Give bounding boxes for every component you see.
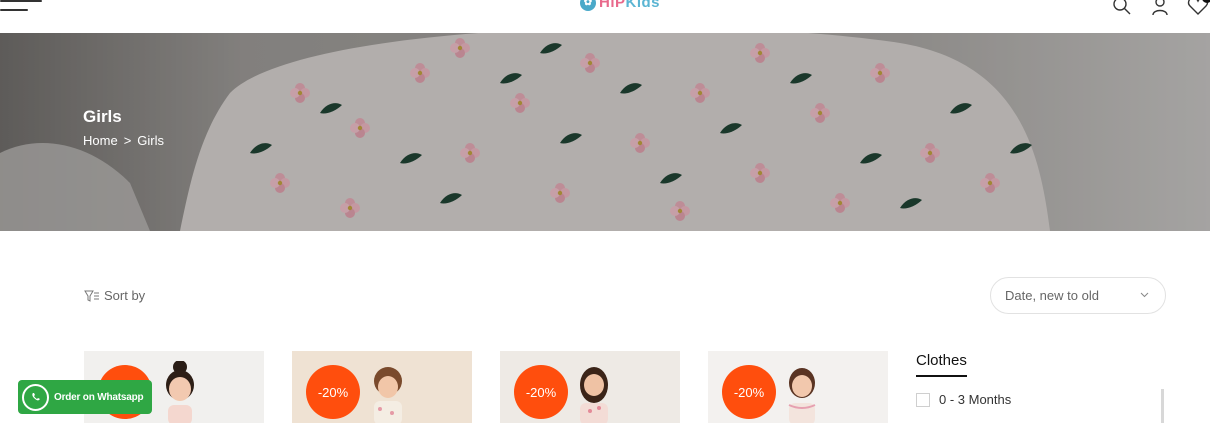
user-icon[interactable] <box>1148 0 1172 16</box>
breadcrumb-home-link[interactable]: Home <box>83 133 118 148</box>
product-card[interactable]: -20% <box>708 351 888 423</box>
discount-badge: -20% <box>306 365 360 419</box>
discount-badge: -20% <box>514 365 568 419</box>
whatsapp-label: Order on Whatsapp <box>54 391 144 403</box>
discount-badge: -20% <box>722 365 776 419</box>
breadcrumb-current: Girls <box>137 133 164 148</box>
chevron-down-icon <box>1140 292 1149 298</box>
menu-icon[interactable] <box>0 0 44 14</box>
sort-by-label: Sort by <box>104 288 146 303</box>
filter-scrollbar[interactable] <box>1161 389 1164 423</box>
filter-option[interactable]: 0 - 3 Months <box>916 392 1011 407</box>
header-actions <box>1110 0 1210 16</box>
product-image <box>580 367 608 423</box>
breadcrumb: Home > Girls <box>83 133 164 148</box>
sort-dropdown-value: Date, new to old <box>1005 288 1099 303</box>
product-image <box>788 368 816 423</box>
whatsapp-icon <box>22 383 49 411</box>
product-image <box>374 367 402 423</box>
collection-banner: Girls Home > Girls <box>0 33 1210 231</box>
filter-checkbox[interactable] <box>916 392 930 407</box>
logo-mark-icon: ✿ <box>580 0 596 11</box>
site-logo[interactable]: ✿ HiPKids <box>580 0 660 11</box>
sort-dropdown[interactable]: Date, new to old <box>990 277 1166 314</box>
product-card[interactable]: -20% <box>292 351 472 423</box>
product-card[interactable]: -20% <box>500 351 680 423</box>
filter-option-label: 0 - 3 Months <box>939 392 1012 407</box>
breadcrumb-separator: > <box>123 133 132 148</box>
product-image <box>166 361 194 423</box>
banner-overlay <box>0 33 1210 231</box>
heart-icon[interactable] <box>1186 0 1210 16</box>
site-header: ✿ HiPKids <box>0 0 1210 33</box>
page-title: Girls <box>83 107 122 126</box>
sort-by-button[interactable]: Sort by <box>84 288 145 303</box>
search-icon[interactable] <box>1110 0 1134 16</box>
filter-icon <box>84 290 99 302</box>
filter-heading-clothes[interactable]: Clothes <box>916 352 967 377</box>
whatsapp-order-button[interactable]: Order on Whatsapp <box>18 380 152 414</box>
logo-text: HiPKids <box>599 0 661 11</box>
